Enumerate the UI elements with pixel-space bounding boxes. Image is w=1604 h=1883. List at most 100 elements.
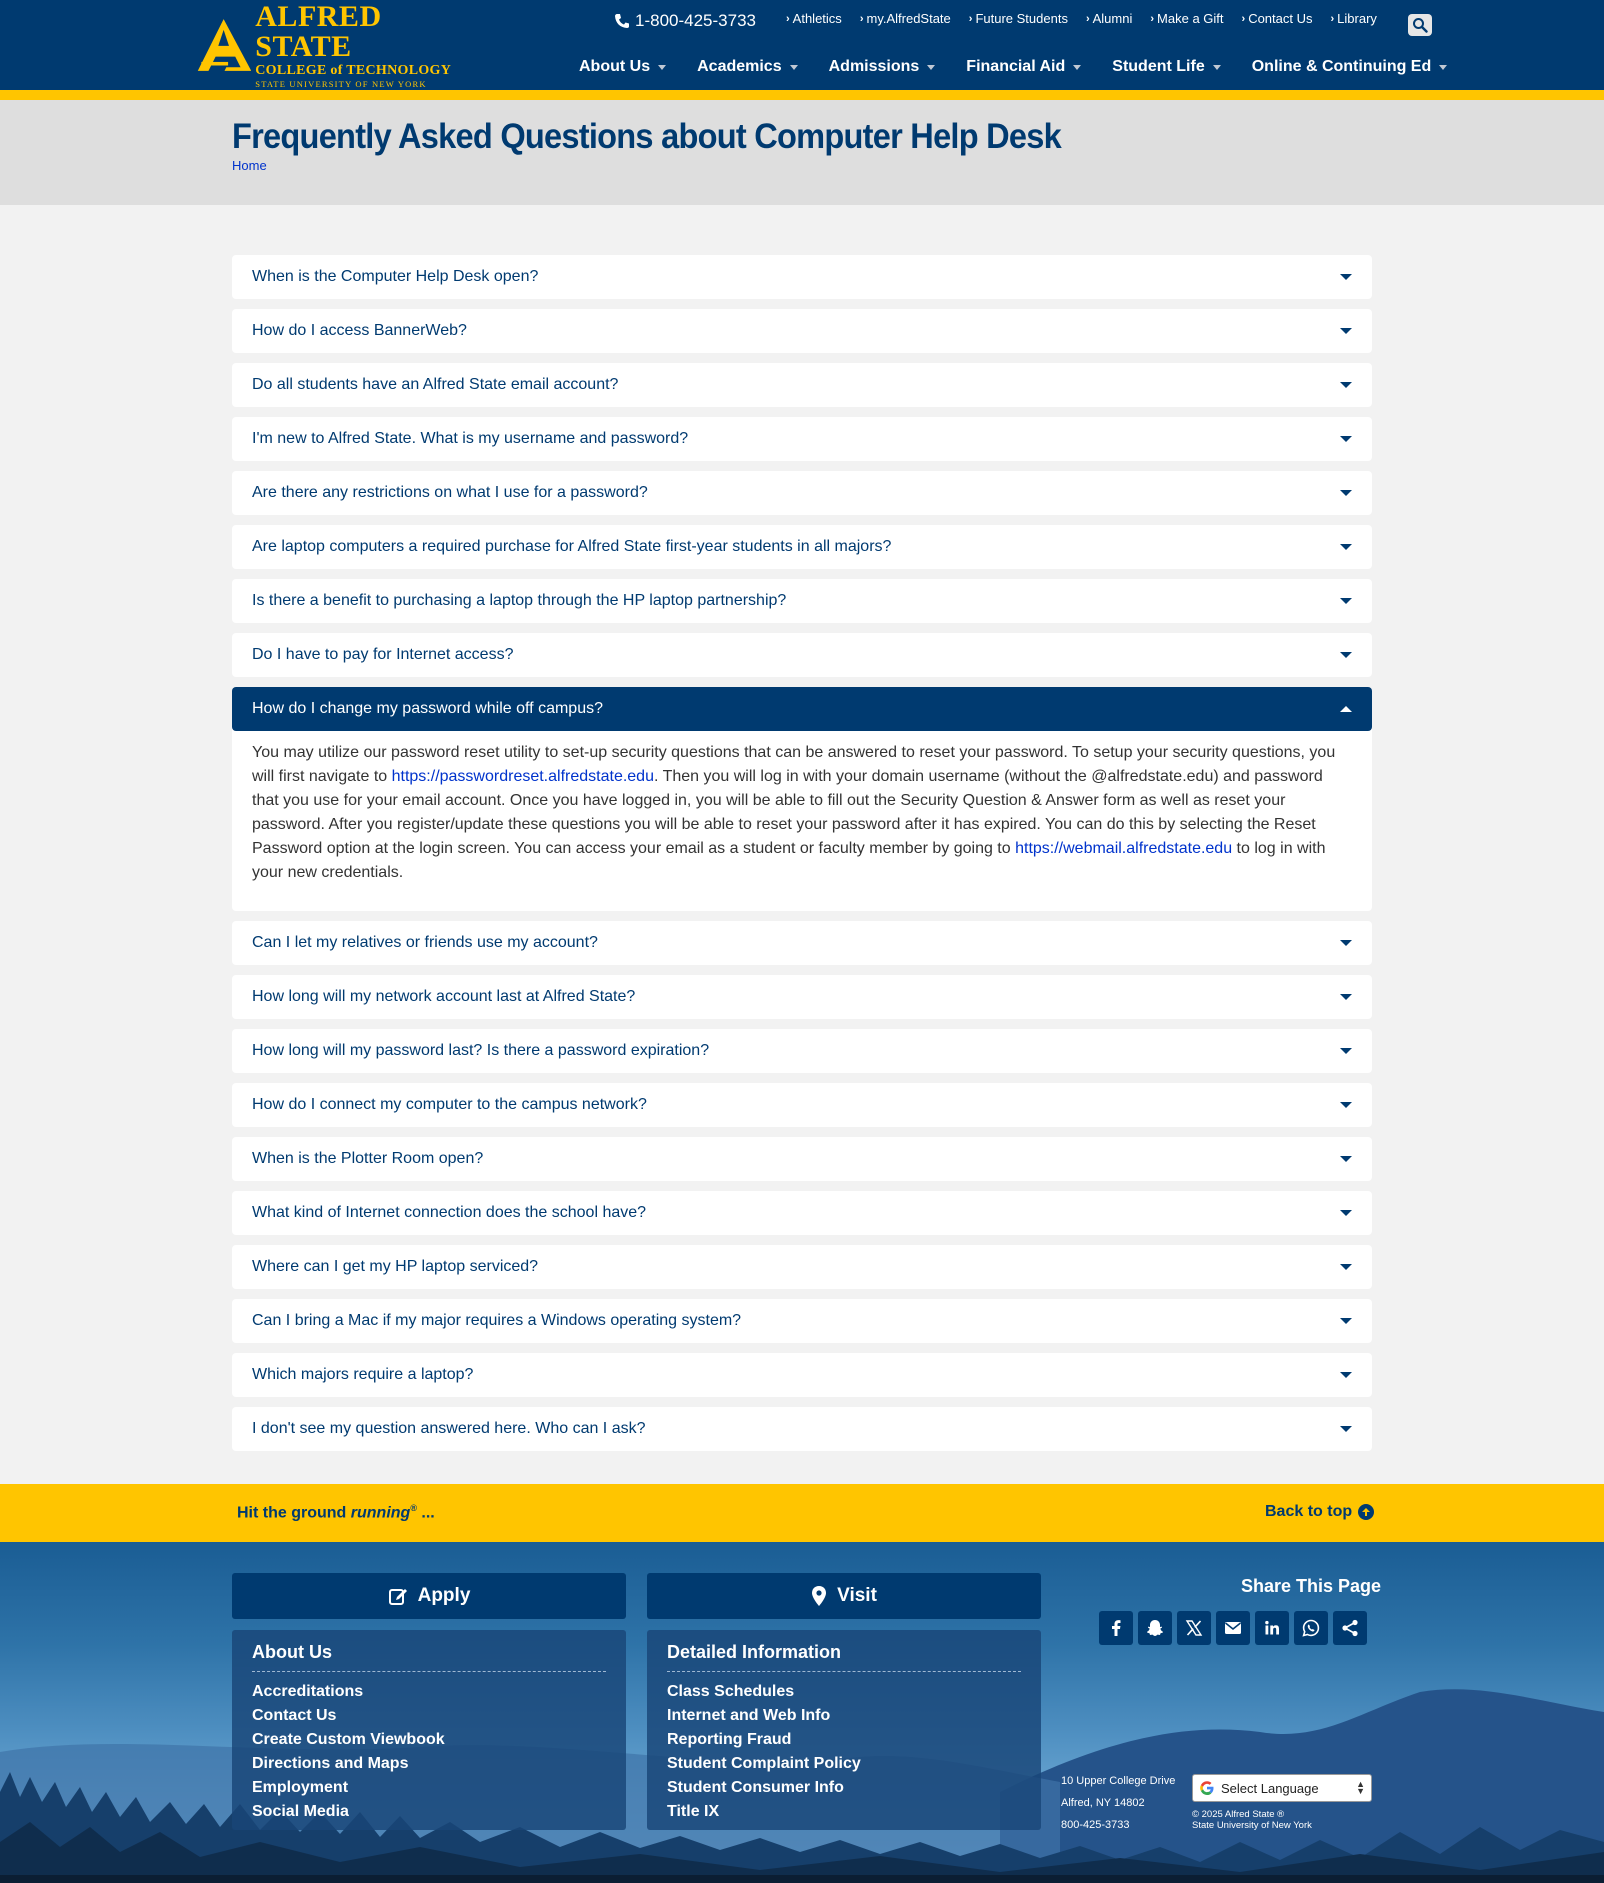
share-title: Share This Page: [1241, 1576, 1382, 1596]
caret-down-icon: [1340, 1372, 1352, 1378]
footer-link-directions-and-maps[interactable]: Directions and Maps: [252, 1752, 606, 1776]
webmail-link[interactable]: https://webmail.alfredstate.edu: [1015, 840, 1232, 857]
nav-item-academics[interactable]: Academics: [697, 58, 798, 76]
caret-down-icon: [658, 64, 667, 70]
nav-item-about-us[interactable]: About Us: [579, 58, 667, 76]
alfred-state-logo[interactable]: ALFRED STATE COLLEGE of TECHNOLOGY STATE…: [196, 1, 461, 88]
faq-question-toggle[interactable]: When is the Plotter Room open?: [232, 1137, 1372, 1181]
utility-link-future-students[interactable]: › Future Students: [969, 11, 1068, 26]
caret-down-icon: [1340, 544, 1352, 550]
faq-question-toggle[interactable]: Where can I get my HP laptop serviced?: [232, 1245, 1372, 1289]
faq-question-toggle[interactable]: Do all students have an Alfred State ema…: [232, 363, 1372, 407]
footer-link-create-custom-viewbook[interactable]: Create Custom Viewbook: [252, 1728, 606, 1752]
utility-link-alumni[interactable]: › Alumni: [1086, 11, 1132, 26]
faq-question-toggle[interactable]: Do I have to pay for Internet access?: [232, 633, 1372, 677]
chevron-right-icon: ›: [1150, 12, 1155, 25]
utility-link-library[interactable]: › Library: [1331, 11, 1377, 26]
faq-item: How long will my network account last at…: [232, 975, 1372, 1019]
header-phone-link[interactable]: 1-800-425-3733: [614, 11, 756, 31]
phone-icon: [615, 14, 629, 28]
language-select[interactable]: Select Language ▲ ▼: [1192, 1774, 1372, 1802]
x-icon: [1185, 1620, 1203, 1636]
caret-down-icon: [1340, 1318, 1352, 1324]
faq-question-toggle[interactable]: How long will my network account last at…: [232, 975, 1372, 1019]
faq-item: Where can I get my HP laptop serviced?: [232, 1245, 1372, 1289]
nav-item-financial-aid[interactable]: Financial Aid: [966, 58, 1082, 76]
footer-link-accreditations[interactable]: Accreditations: [252, 1680, 606, 1704]
share-linkedin-button[interactable]: [1255, 1611, 1289, 1645]
footer-link-employment[interactable]: Employment: [252, 1776, 606, 1800]
nav-item-online-continuing-ed[interactable]: Online & Continuing Ed: [1252, 58, 1448, 76]
whatsapp-icon: [1302, 1619, 1320, 1637]
caret-down-icon: [1340, 1210, 1352, 1216]
nav-item-student-life[interactable]: Student Life: [1112, 58, 1221, 76]
footer-link-reporting-fraud[interactable]: Reporting Fraud: [667, 1728, 1021, 1752]
chevron-right-icon: ›: [1241, 12, 1246, 25]
utility-link-make-a-gift[interactable]: › Make a Gift: [1150, 11, 1223, 26]
back-to-top-link[interactable]: Back to top: [1265, 1503, 1375, 1521]
share-email-button[interactable]: [1216, 1611, 1250, 1645]
faq-question-toggle[interactable]: How do I change my password while off ca…: [232, 687, 1372, 731]
faq-question-toggle[interactable]: I'm new to Alfred State. What is my user…: [232, 417, 1372, 461]
faq-question-toggle[interactable]: Are there any restrictions on what I use…: [232, 471, 1372, 515]
footer-link-class-schedules[interactable]: Class Schedules: [667, 1680, 1021, 1704]
faq-question-toggle[interactable]: I don't see my question answered here. W…: [232, 1407, 1372, 1451]
caret-down-icon: [1340, 1102, 1352, 1108]
share-x-button[interactable]: [1177, 1611, 1211, 1645]
faq-question-text: How do I connect my computer to the camp…: [252, 1096, 647, 1113]
faq-question-text: Do I have to pay for Internet access?: [252, 646, 514, 663]
caret-down-icon: [1340, 1156, 1352, 1162]
faq-question-toggle[interactable]: How do I access BannerWeb?: [232, 309, 1372, 353]
nav-item-admissions[interactable]: Admissions: [829, 58, 936, 76]
utility-link-label: Make a Gift: [1157, 11, 1224, 26]
faq-question-text: Is there a benefit to purchasing a lapto…: [252, 592, 787, 609]
faq-item: When is the Plotter Room open?: [232, 1137, 1372, 1181]
footer-link-student-complaint-policy[interactable]: Student Complaint Policy: [667, 1752, 1021, 1776]
faq-question-toggle[interactable]: Is there a benefit to purchasing a lapto…: [232, 579, 1372, 623]
apply-button[interactable]: Apply: [232, 1573, 626, 1619]
faq-question-toggle[interactable]: What kind of Internet connection does th…: [232, 1191, 1372, 1235]
arrow-up-circle-icon: [1358, 1504, 1375, 1520]
faq-question-toggle[interactable]: Are laptop computers a required purchase…: [232, 525, 1372, 569]
faq-item: Do I have to pay for Internet access?: [232, 633, 1372, 677]
footer-link-social-media[interactable]: Social Media: [252, 1800, 606, 1824]
chevron-right-icon: ›: [859, 12, 864, 25]
faq-question-toggle[interactable]: When is the Computer Help Desk open?: [232, 255, 1372, 299]
chevron-right-icon: ›: [1085, 12, 1090, 25]
share-facebook-button[interactable]: [1099, 1611, 1133, 1645]
back-to-top-label: Back to top: [1265, 1503, 1353, 1520]
footer-detailed-title: Detailed Information: [667, 1642, 1021, 1672]
utility-link-my-alfredstate[interactable]: › my.AlfredState: [860, 11, 951, 26]
visit-button[interactable]: Visit: [647, 1573, 1041, 1619]
search-button[interactable]: [1408, 14, 1432, 36]
chevron-right-icon: ›: [1330, 12, 1335, 25]
faq-question-text: I'm new to Alfred State. What is my user…: [252, 430, 689, 447]
faq-question-toggle[interactable]: Which majors require a laptop?: [232, 1353, 1372, 1397]
faq-question-text: How do I change my password while off ca…: [252, 700, 603, 717]
footer-link-student-consumer-info[interactable]: Student Consumer Info: [667, 1776, 1021, 1800]
password-reset-link[interactable]: https://passwordreset.alfredstate.edu: [392, 768, 654, 785]
faq-question-toggle[interactable]: How do I connect my computer to the camp…: [232, 1083, 1372, 1127]
campus-address: 10 Upper College Drive Alfred, NY 14802 …: [1061, 1770, 1175, 1836]
address-city: Alfred, NY 14802: [1061, 1797, 1145, 1809]
share-more-button[interactable]: [1333, 1611, 1367, 1645]
footer-link-title-ix[interactable]: Title IX: [667, 1800, 1021, 1824]
faq-question-toggle[interactable]: Can I bring a Mac if my major requires a…: [232, 1299, 1372, 1343]
footer-link-internet-and-web-info[interactable]: Internet and Web Info: [667, 1704, 1021, 1728]
faq-question-toggle[interactable]: How long will my password last? Is there…: [232, 1029, 1372, 1073]
utility-link-contact-us[interactable]: › Contact Us: [1242, 11, 1313, 26]
chevron-right-icon: ›: [786, 12, 790, 25]
faq-item: I don't see my question answered here. W…: [232, 1407, 1372, 1451]
utility-link-label: Future Students: [975, 11, 1068, 26]
share-whatsapp-button[interactable]: [1294, 1611, 1328, 1645]
logo-line-3: STATE UNIVERSITY OF NEW YORK: [255, 78, 427, 89]
copyright: © 2025 Alfred State ® State University o…: [1192, 1809, 1312, 1831]
breadcrumb-home-link[interactable]: Home: [232, 158, 267, 173]
tagline-ellipsis: ...: [416, 1504, 435, 1522]
address-phone[interactable]: 800-425-3733: [1061, 1814, 1175, 1836]
utility-link-athletics[interactable]: › Athletics: [786, 11, 842, 26]
faq-question-toggle[interactable]: Can I let my relatives or friends use my…: [232, 921, 1372, 965]
footer-link-contact-us[interactable]: Contact Us: [252, 1704, 606, 1728]
share-snapchat-button[interactable]: [1138, 1611, 1172, 1645]
tagline-text: Hit the ground: [237, 1504, 351, 1522]
